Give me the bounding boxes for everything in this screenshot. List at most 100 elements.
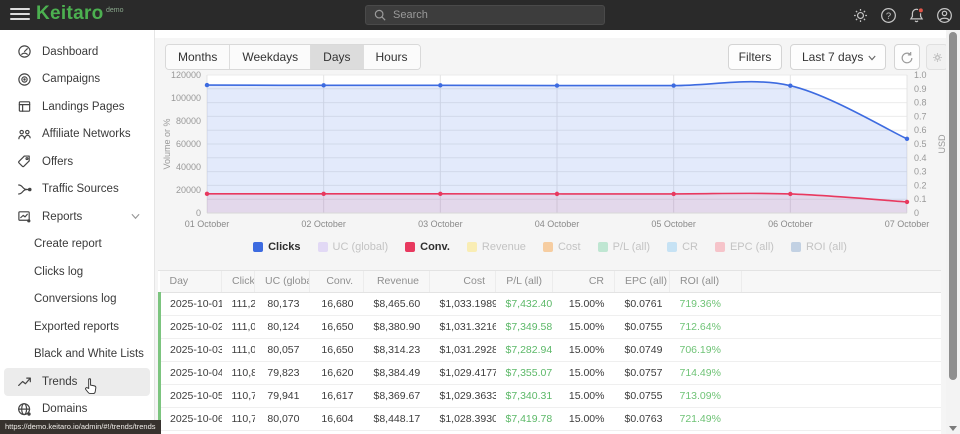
sidebar-item-conversions-log[interactable]: Conversions log xyxy=(4,286,150,314)
table-cell: 16,620 xyxy=(310,361,364,384)
legend-item-clicks[interactable]: Clicks xyxy=(253,241,300,253)
legend-item-cost[interactable]: Cost xyxy=(543,241,581,253)
legend-swatch xyxy=(467,242,477,252)
sidebar-item-campaigns[interactable]: Campaigns xyxy=(4,66,150,94)
date-range-value: Last 7 days xyxy=(802,50,863,64)
column-header-epc-all-[interactable]: EPC (all) xyxy=(615,271,670,292)
sidebar-item-label: Conversions log xyxy=(34,293,116,305)
table-cell: $0.0755 xyxy=(615,384,670,407)
sidebar-item-label: Dashboard xyxy=(42,46,98,58)
svg-text:03 October: 03 October xyxy=(418,219,463,229)
table-row: 2025-10-04110,8079,82316,620$8,384.49$1,… xyxy=(160,361,942,384)
table-cell: $7,355.07 xyxy=(496,361,553,384)
table-cell: $597.6890 xyxy=(430,430,496,434)
column-header-cost[interactable]: Cost xyxy=(430,271,496,292)
chevron-down-icon xyxy=(131,213,140,220)
scrollbar-down-arrow[interactable] xyxy=(949,426,957,431)
chart-legend: Clicks UC (global) Conv. Revenue Cost P/L (al… xyxy=(160,241,940,253)
scrollbar-thumb[interactable] xyxy=(949,32,957,380)
search-input[interactable] xyxy=(393,9,593,21)
sidebar-item-dashboard[interactable]: Dashboard xyxy=(4,38,150,66)
profile-avatar-icon[interactable] xyxy=(935,6,954,25)
table-cell-filler xyxy=(742,338,942,361)
small-gear-icon xyxy=(932,52,943,63)
svg-text:40000: 40000 xyxy=(176,162,201,172)
hamburger-menu-icon[interactable] xyxy=(10,8,30,22)
legend-swatch xyxy=(715,242,725,252)
tab-weekdays[interactable]: Weekdays xyxy=(230,45,311,69)
column-header-roi-all-[interactable]: ROI (all) xyxy=(670,271,742,292)
svg-text:?: ? xyxy=(886,10,891,21)
table-cell: 706.19% xyxy=(670,338,742,361)
app-logo[interactable]: Keitaro xyxy=(36,3,104,25)
data-point xyxy=(905,137,909,141)
tab-months[interactable]: Months xyxy=(166,45,230,69)
sidebar-item-traffic-sources[interactable]: Traffic Sources xyxy=(4,176,150,204)
tab-hours[interactable]: Hours xyxy=(364,45,420,69)
settings-gear-icon[interactable] xyxy=(851,6,870,25)
table-cell: 46,457 xyxy=(255,430,310,434)
table-cell: 110,79 xyxy=(222,384,255,407)
column-header-conv-[interactable]: Conv. xyxy=(310,271,364,292)
column-header-p-l-all-[interactable]: P/L (all) xyxy=(496,271,553,292)
legend-item-epc-all-[interactable]: EPC (all) xyxy=(715,241,774,253)
column-header-day[interactable]: Day xyxy=(160,271,222,292)
sidebar-item-exported-reports[interactable]: Exported reports xyxy=(4,313,150,341)
offers-icon xyxy=(17,154,32,169)
help-icon[interactable]: ? xyxy=(879,6,898,25)
table-cell: 2025-10-05 xyxy=(160,384,222,407)
chart-settings-button[interactable] xyxy=(926,44,948,70)
column-header-revenue[interactable]: Revenue xyxy=(364,271,430,292)
table-cell: 16,604 xyxy=(310,407,364,430)
svg-text:0.8: 0.8 xyxy=(914,98,927,108)
sidebar-item-domains[interactable]: Domains xyxy=(4,396,150,424)
column-header-clicks[interactable]: Clicks xyxy=(222,271,255,292)
table-cell: $8,380.90 xyxy=(364,315,430,338)
refresh-button[interactable] xyxy=(894,44,920,70)
sidebar-item-black-and-white-lists[interactable]: Black and White Lists xyxy=(4,341,150,369)
table-cell: 111,21 xyxy=(222,292,255,315)
svg-text:0.1: 0.1 xyxy=(914,194,927,204)
sidebar-item-clicks-log[interactable]: Clicks log xyxy=(4,258,150,286)
sidebar-item-landings-pages[interactable]: Landings Pages xyxy=(4,93,150,121)
table-row: 2025-10-03111,0080,05716,650$8,314.23$1,… xyxy=(160,338,942,361)
svg-text:1.0: 1.0 xyxy=(914,70,927,80)
sidebar-item-reports[interactable]: Reports xyxy=(4,203,150,231)
svg-text:20000: 20000 xyxy=(176,185,201,195)
table-cell: 80,057 xyxy=(255,338,310,361)
data-point xyxy=(671,192,675,196)
legend-item-roi-all-[interactable]: ROI (all) xyxy=(791,241,847,253)
table-cell: 80,173 xyxy=(255,292,310,315)
column-header-cr[interactable]: CR xyxy=(553,271,615,292)
legend-swatch xyxy=(667,242,677,252)
affiliate-networks-icon xyxy=(17,127,32,142)
data-point xyxy=(205,192,209,196)
column-header-uc-global-[interactable]: UC (global) xyxy=(255,271,310,292)
date-range-select[interactable]: Last 7 days xyxy=(790,44,886,70)
table-cell: 15.00% xyxy=(553,315,615,338)
legend-item-conv-[interactable]: Conv. xyxy=(405,241,450,253)
table-cell: 16,650 xyxy=(310,315,364,338)
sidebar-item-affiliate-networks[interactable]: Affiliate Networks xyxy=(4,121,150,149)
svg-text:07 October: 07 October xyxy=(885,219,930,229)
svg-text:0: 0 xyxy=(196,208,201,218)
sidebar-item-trends[interactable]: Trends xyxy=(4,368,150,396)
table-row: 2025-10-05110,7979,94116,617$8,369.67$1,… xyxy=(160,384,942,407)
legend-item-uc-global-[interactable]: UC (global) xyxy=(318,241,389,253)
notifications-bell-icon[interactable] xyxy=(907,6,926,25)
sidebar-item-label: Create report xyxy=(34,238,102,250)
tab-days[interactable]: Days xyxy=(311,45,363,69)
legend-item-p-l-all-[interactable]: P/L (all) xyxy=(598,241,651,253)
filters-button[interactable]: Filters xyxy=(728,44,782,70)
search-bar[interactable] xyxy=(365,5,605,25)
sidebar-item-offers[interactable]: Offers xyxy=(4,148,150,176)
sidebar-item-label: Trends xyxy=(42,376,77,388)
sidebar-item-create-report[interactable]: Create report xyxy=(4,231,150,259)
legend-item-cr[interactable]: CR xyxy=(667,241,698,253)
table-cell: 9,640 xyxy=(310,430,364,434)
legend-item-revenue[interactable]: Revenue xyxy=(467,241,526,253)
topbar: Keitaro demo ? xyxy=(0,0,960,30)
svg-text:02 October: 02 October xyxy=(301,219,346,229)
table-row: 2025-10-06110,7080,07016,604$8,448.17$1,… xyxy=(160,407,942,430)
table-cell: $7,340.31 xyxy=(496,384,553,407)
